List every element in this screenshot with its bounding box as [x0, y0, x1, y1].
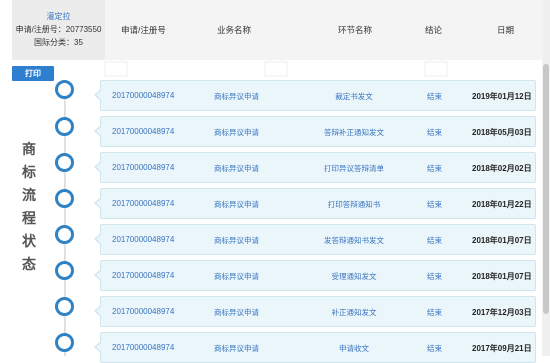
applicant-name[interactable]: 灌定拉	[12, 10, 105, 23]
side-title-char: 态	[22, 256, 36, 272]
row-business: 商标异议申请	[214, 200, 259, 209]
international-class: 国际分类：35	[34, 38, 83, 47]
header-business: 业务名称	[217, 25, 252, 35]
row-date: 2018年02月02日	[472, 164, 532, 173]
side-title-char: 程	[22, 210, 36, 226]
header-date: 日期	[497, 25, 515, 35]
status-row: 20170000048974 商标异议申请 打印答辩通知书 结束 2018年01…	[94, 188, 536, 219]
row-step: 答辩补正通知发文	[324, 128, 384, 137]
row-business: 商标异议申请	[214, 308, 259, 317]
row-step: 打印答辩通知书	[327, 200, 381, 209]
row-result: 结束	[427, 308, 442, 317]
row-date: 2018年01月07日	[472, 236, 532, 245]
side-title-char: 状	[22, 233, 36, 249]
trademark-info-box: 灌定拉 申请/注册号：20773550 国际分类：35	[12, 0, 105, 60]
row-step: 申请收文	[339, 344, 369, 353]
status-row: 20170000048974 商标异议申请 发答辩通知书发文 结束 2018年0…	[94, 224, 536, 255]
side-title-char: 标	[22, 164, 36, 180]
timeline-node	[55, 261, 74, 280]
row-reg-no[interactable]: 20170000048974	[112, 343, 174, 352]
row-date: 2019年01月12日	[472, 92, 532, 101]
row-result: 结束	[427, 236, 442, 245]
row-date: 2018年01月07日	[472, 272, 532, 281]
row-business: 商标异议申请	[214, 344, 259, 353]
row-reg-no[interactable]: 20170000048974	[112, 127, 174, 136]
row-reg-no[interactable]: 20170000048974	[112, 199, 174, 208]
row-business: 商标异议申请	[214, 164, 259, 173]
row-reg-no[interactable]: 20170000048974	[112, 307, 174, 316]
status-row: 20170000048974 商标异议申请 申请收文 结束 2017年09月21…	[94, 332, 536, 363]
row-step: 受理通知发文	[331, 272, 377, 281]
header-reg-no: 申请/注册号	[121, 25, 166, 35]
row-date: 2018年05月03日	[472, 128, 532, 137]
row-pointer-fill	[96, 342, 102, 352]
side-title-char: 流	[22, 187, 36, 203]
timeline-node	[55, 333, 74, 352]
row-business: 商标异议申请	[214, 92, 259, 101]
registration-number: 申请/注册号：20773550	[15, 25, 102, 34]
row-pointer-fill	[96, 126, 102, 136]
row-pointer-fill	[96, 234, 102, 244]
timeline-node	[55, 153, 74, 172]
timeline-node	[55, 117, 74, 136]
status-row: 20170000048974 商标异议申请 打印异议答辩清单 结束 2018年0…	[94, 152, 536, 183]
row-result: 结束	[427, 272, 442, 281]
row-result: 结束	[427, 164, 442, 173]
row-pointer-fill	[96, 162, 102, 172]
side-title: 商 标 流 程 状 态	[16, 138, 42, 276]
status-row: 20170000048974 商标异议申请 答辩补正通知发文 结束 2018年0…	[94, 116, 536, 147]
row-step: 补正通知发文	[331, 308, 377, 317]
row-date: 2018年01月22日	[472, 200, 532, 209]
row-pointer-fill	[96, 270, 102, 280]
header-result: 结论	[425, 25, 443, 35]
row-result: 结束	[427, 200, 442, 209]
row-date: 2017年12月03日	[472, 308, 532, 317]
scrollbar[interactable]	[542, 0, 550, 356]
row-business: 商标异议申请	[214, 128, 259, 137]
timeline-node	[55, 225, 74, 244]
row-business: 商标异议申请	[214, 236, 259, 245]
row-result: 结束	[427, 344, 442, 353]
timeline-node	[55, 189, 74, 208]
side-title-char: 商	[22, 141, 36, 157]
row-step: 发答辩通知书发文	[324, 236, 384, 245]
row-result: 结束	[427, 128, 442, 137]
status-row: 20170000048974 商标异议申请 补正通知发文 结束 2017年12月…	[94, 296, 536, 327]
header-step: 环节名称	[338, 25, 373, 35]
row-business: 商标异议申请	[214, 272, 259, 281]
row-pointer-fill	[96, 198, 102, 208]
row-reg-no[interactable]: 20170000048974	[112, 91, 174, 100]
status-row: 20170000048974 商标异议申请 受理通知发文 结束 2018年01月…	[94, 260, 536, 291]
row-pointer-fill	[96, 306, 102, 316]
table-header: 申请/注册号 业务名称 环节名称 结论 日期	[105, 0, 542, 60]
row-date: 2017年09月21日	[472, 344, 532, 353]
row-pointer-fill	[96, 90, 102, 100]
print-button[interactable]: 打印	[12, 66, 54, 81]
row-reg-no[interactable]: 20170000048974	[112, 163, 174, 172]
status-row: 20170000048974 商标异议申请 裁定书发文 结束 2019年01月1…	[94, 80, 536, 111]
row-result: 结束	[427, 92, 442, 101]
row-reg-no[interactable]: 20170000048974	[112, 235, 174, 244]
timeline-node	[55, 80, 74, 99]
row-step: 裁定书发文	[335, 92, 373, 101]
row-reg-no[interactable]: 20170000048974	[112, 271, 174, 280]
scrollbar-thumb[interactable]	[543, 64, 549, 314]
row-step: 打印异议答辩清单	[324, 164, 384, 173]
timeline-node	[55, 297, 74, 316]
